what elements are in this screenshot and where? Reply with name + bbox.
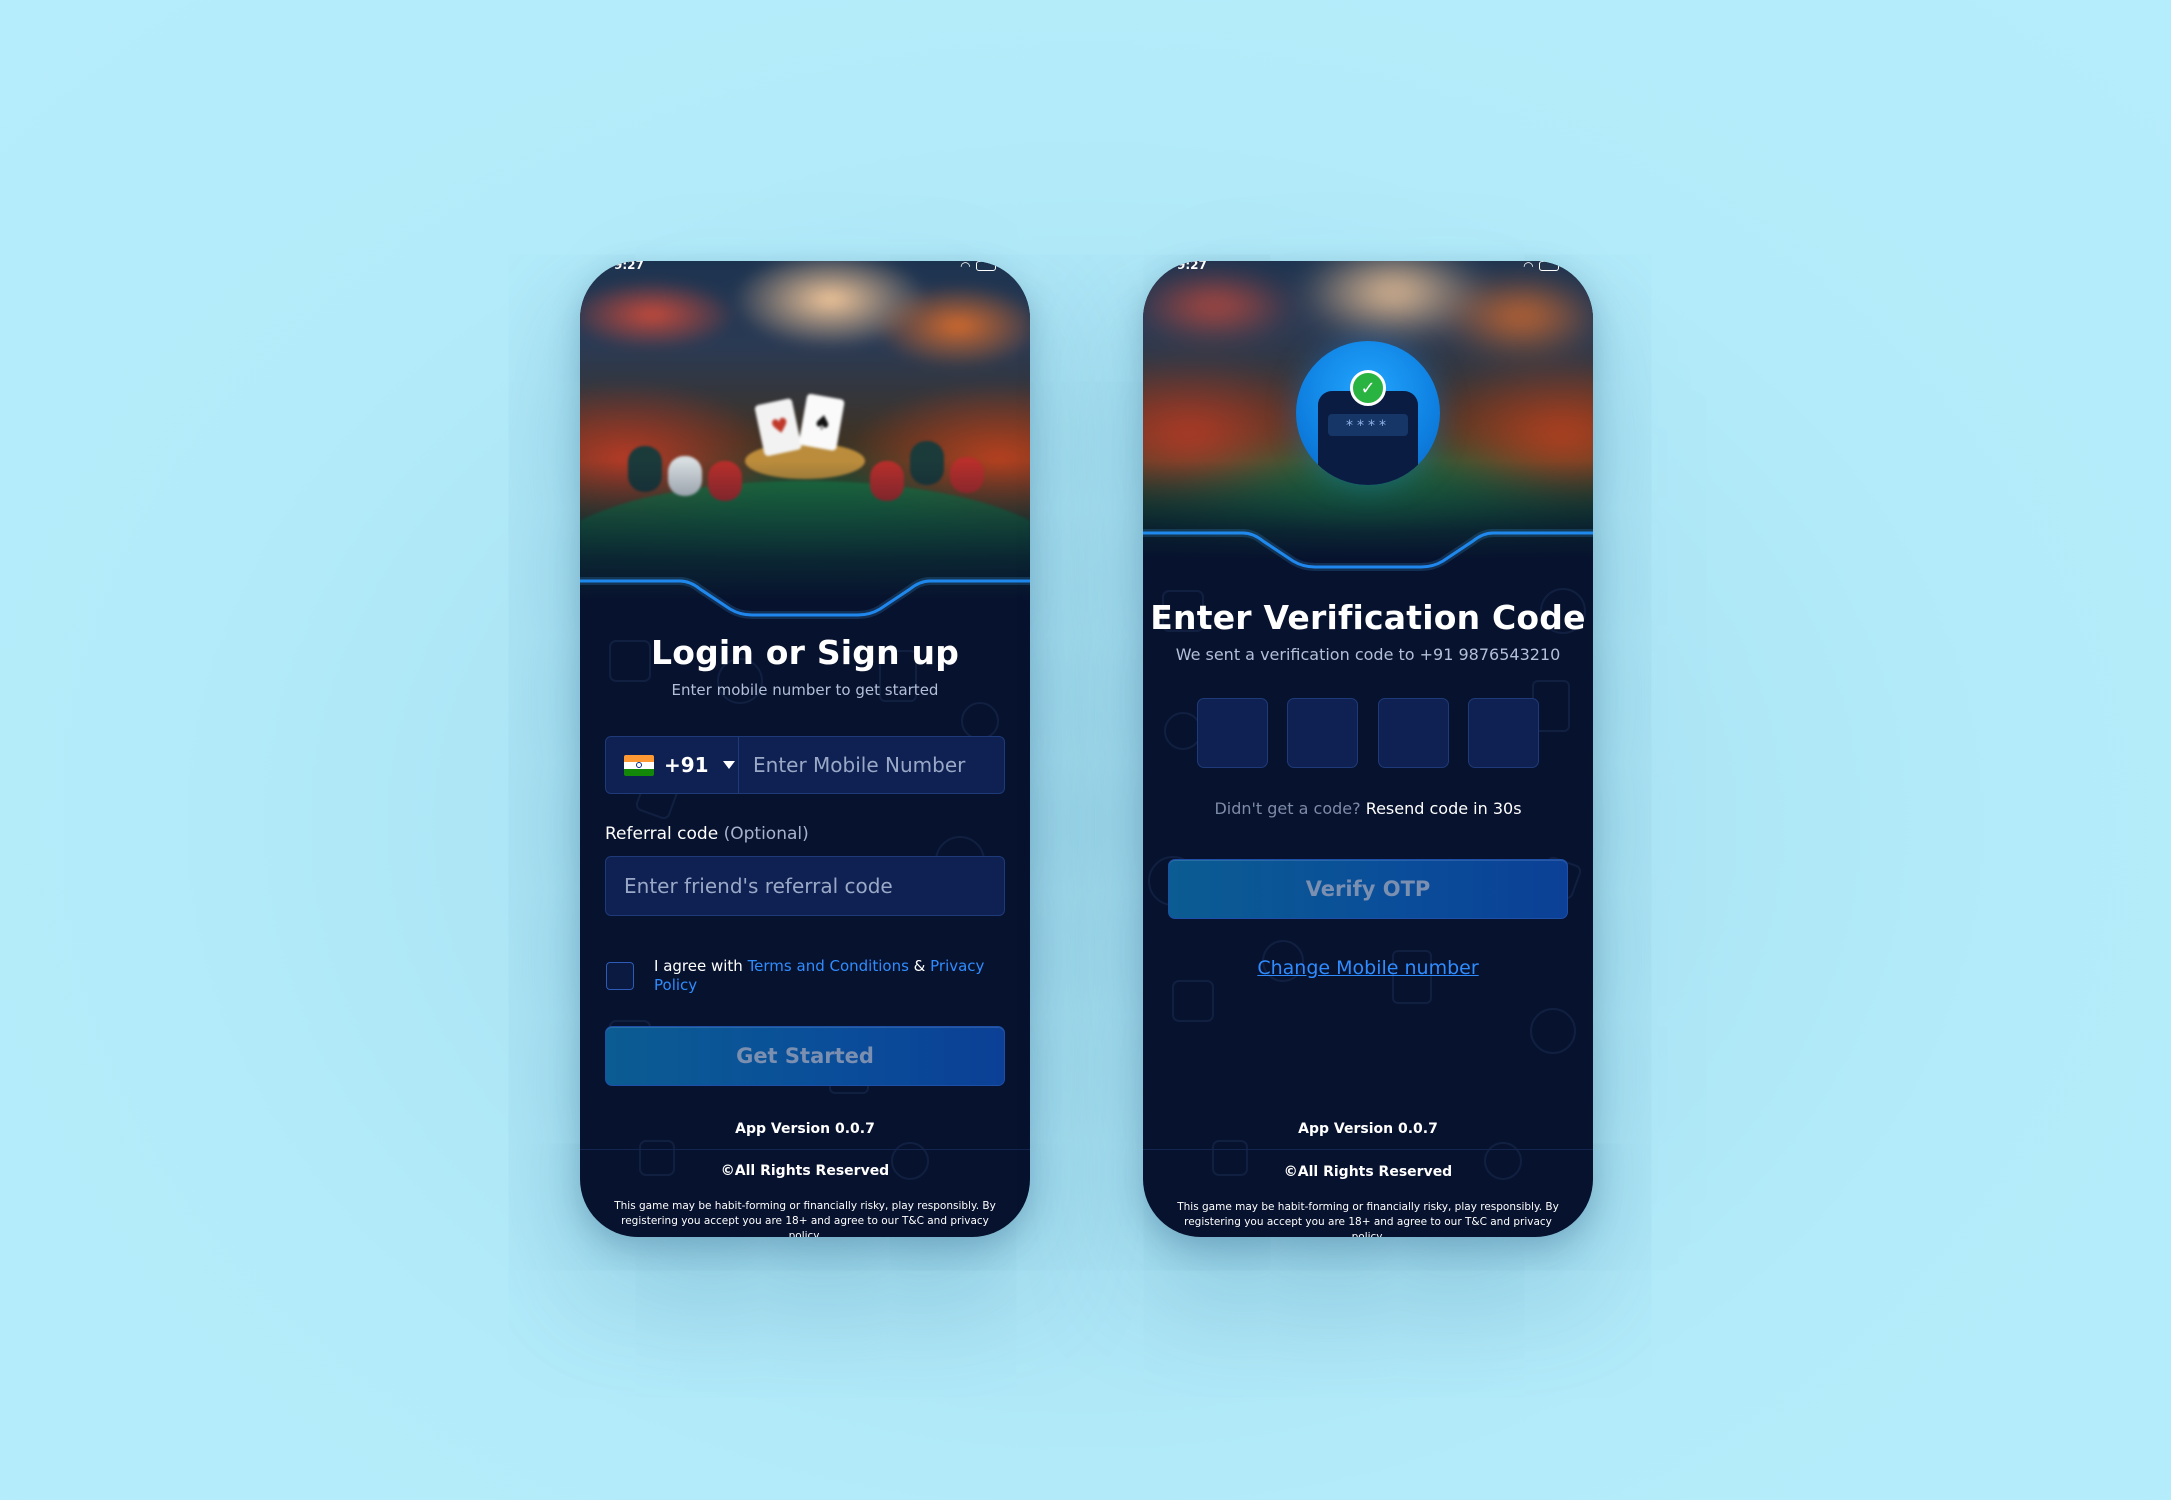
verify-otp-button[interactable]: Verify OTP bbox=[1168, 859, 1568, 919]
otp-digit-4[interactable] bbox=[1467, 698, 1539, 768]
battery-icon bbox=[976, 261, 996, 271]
masked-code: **** bbox=[1328, 414, 1408, 436]
otp-digit-3[interactable] bbox=[1377, 698, 1449, 768]
rights-text: ©All Rights Reserved bbox=[720, 1163, 890, 1179]
rights-text: ©All Rights Reserved bbox=[1283, 1164, 1453, 1180]
agree-checkbox[interactable] bbox=[606, 962, 634, 990]
status-bar: 9:27 ◠ bbox=[1143, 261, 1593, 275]
app-version: App Version 0.0.7 bbox=[1298, 1121, 1438, 1137]
resend-timer[interactable]: Resend code in 30s bbox=[1366, 799, 1522, 818]
casino-hero-image: ♥ ♠ bbox=[580, 261, 1030, 601]
terms-link[interactable]: Terms and Conditions bbox=[748, 957, 909, 975]
page-title: Login or Sign up bbox=[650, 633, 960, 672]
status-time: 9:27 bbox=[614, 261, 644, 272]
country-code-selector[interactable]: +91 bbox=[606, 737, 739, 793]
get-started-button[interactable]: Get Started bbox=[605, 1026, 1005, 1086]
otp-digit-1[interactable] bbox=[1197, 698, 1268, 768]
hero-divider-curve bbox=[1143, 529, 1593, 571]
status-time: 9:27 bbox=[1177, 261, 1207, 272]
battery-icon bbox=[1539, 261, 1559, 271]
wifi-icon: ◠ bbox=[960, 261, 970, 273]
check-circle-icon: ✓ bbox=[1350, 370, 1386, 406]
resend-row: Didn't get a code? Resend code in 30s bbox=[1214, 799, 1522, 818]
login-screen: ♥ ♠ 9:27 ◠ Login or Sign up Enter mobile… bbox=[580, 261, 1030, 1237]
disclaimer-text: This game may be habit-forming or financ… bbox=[614, 1200, 996, 1237]
country-dial-code: +91 bbox=[664, 753, 709, 777]
referral-optional-hint: (Optional) bbox=[723, 824, 809, 844]
wifi-icon: ◠ bbox=[1523, 261, 1533, 273]
otp-digit-2[interactable] bbox=[1287, 698, 1359, 768]
app-version: App Version 0.0.7 bbox=[735, 1121, 875, 1137]
hero-divider-curve bbox=[580, 577, 1030, 619]
referral-code-input[interactable] bbox=[606, 873, 996, 899]
change-mobile-link[interactable]: Change Mobile number bbox=[1143, 957, 1593, 979]
status-bar: 9:27 ◠ bbox=[580, 261, 1030, 275]
india-flag-icon bbox=[624, 754, 654, 776]
agree-text: I agree with Terms and Conditions & Priv… bbox=[654, 957, 985, 994]
mobile-number-input[interactable] bbox=[739, 752, 1004, 778]
otp-screen: 9:27 ◠ **** ✓ Enter Verification Code We… bbox=[1143, 261, 1593, 1237]
page-subtitle: Enter mobile number to get started bbox=[671, 681, 939, 699]
referral-input-group bbox=[605, 856, 1005, 916]
chevron-down-icon bbox=[722, 761, 735, 769]
disclaimer-text: This game may be habit-forming or financ… bbox=[1177, 1201, 1559, 1237]
page-title: Enter Verification Code bbox=[1150, 598, 1586, 637]
mobile-input-group: +91 bbox=[605, 736, 1005, 794]
footer-divider bbox=[580, 1149, 1030, 1150]
referral-label: Referral code (Optional) bbox=[605, 824, 809, 844]
footer-divider bbox=[1143, 1149, 1593, 1150]
otp-input-row bbox=[1197, 698, 1539, 768]
otp-verified-badge: **** ✓ bbox=[1296, 341, 1440, 485]
page-subtitle: We sent a verification code to +91 98765… bbox=[1175, 645, 1561, 664]
